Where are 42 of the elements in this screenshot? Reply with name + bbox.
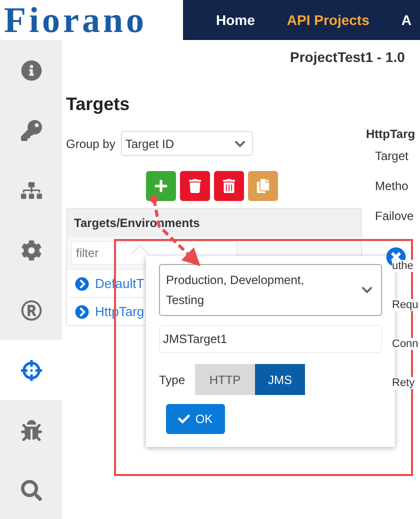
field-label: Requ [392,298,418,310]
trash-icon [188,179,202,193]
environment-select[interactable]: Production, Development, Testing [159,264,382,316]
nav-link[interactable]: Home [216,12,255,28]
registered-icon [20,300,42,320]
check-icon [178,413,190,425]
field-label: Target [375,149,408,163]
delete-button[interactable] [180,171,210,201]
crosshair-icon [20,360,42,380]
project-title: ProjectTest1 - 1.0 [290,49,406,65]
field-label: Failove [375,209,414,223]
sidebar-item[interactable] [0,340,62,400]
type-option[interactable]: HTTP [195,364,256,395]
flowchart-icon [20,180,42,200]
key-icon [20,120,42,140]
trash-icon [222,179,236,193]
type-option[interactable]: JMS [255,364,306,395]
expand-icon[interactable] [75,304,89,318]
details-title: HttpTarg [366,127,416,141]
search-icon [20,480,42,500]
add-button[interactable] [146,171,176,201]
nav-link[interactable]: API Projects [286,12,370,28]
field-label: Rety [392,376,415,388]
plus-icon [154,179,168,193]
name-field[interactable]: JMSTarget1 [159,325,382,353]
field-label: Conn [392,338,418,350]
group-by-label: Group by [66,136,116,150]
group-by-select[interactable]: Target ID [121,131,254,156]
nav-link[interactable]: A [401,12,412,28]
section-title: Targets [66,94,131,115]
bug-icon [20,420,42,440]
chevron-down-icon [361,284,373,296]
copy-button[interactable] [248,171,278,201]
field-label: Metho [375,179,408,193]
info-icon [20,60,42,80]
ok-button[interactable]: OK [166,404,225,434]
type-label: Type [159,372,186,386]
settings-icon [20,240,42,260]
copy-icon [256,179,270,193]
field-label: uthe [392,260,414,272]
expand-icon[interactable] [75,276,89,290]
delete-all-button[interactable] [214,171,244,201]
